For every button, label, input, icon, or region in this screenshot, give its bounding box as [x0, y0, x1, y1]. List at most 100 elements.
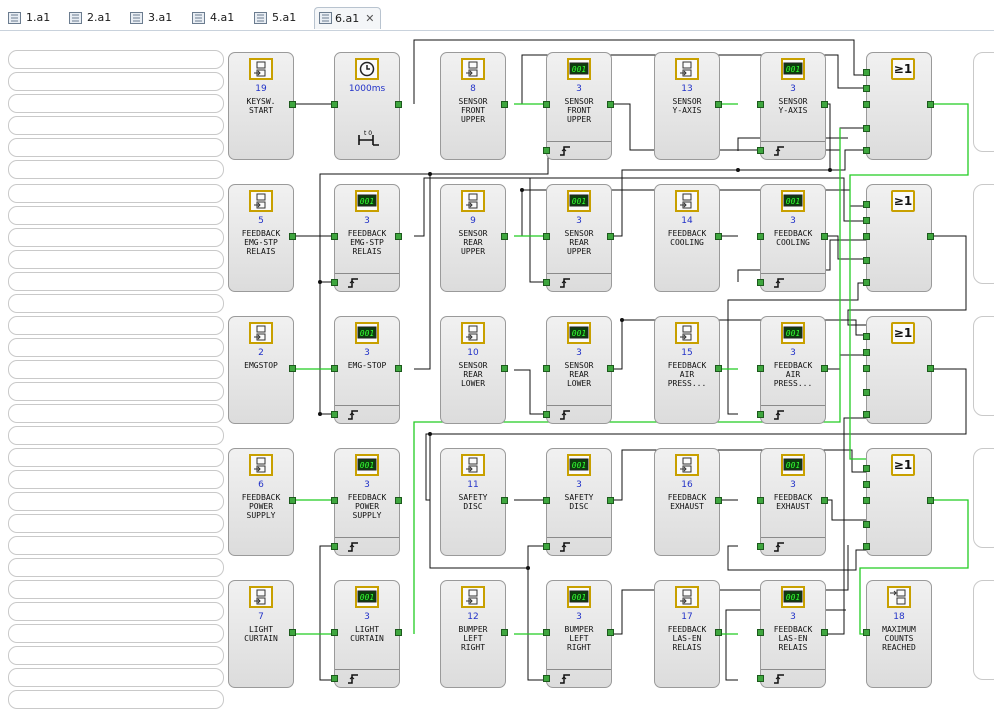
tab-3[interactable]: 3.a1 — [128, 9, 172, 27]
reset-port[interactable] — [331, 279, 338, 286]
output-port[interactable] — [715, 101, 722, 108]
counter-block[interactable]: 001 3 SENSOR Y-AXIS — [757, 52, 828, 160]
reset-port[interactable] — [757, 279, 764, 286]
output-port[interactable] — [715, 365, 722, 372]
input-port[interactable] — [543, 233, 550, 240]
reset-port[interactable] — [543, 675, 550, 682]
digital-input-block[interactable]: 6 FEEDBACK POWER SUPPLY — [228, 448, 296, 556]
input-slot[interactable] — [8, 690, 224, 709]
input-port[interactable] — [331, 101, 338, 108]
reset-port[interactable] — [757, 147, 764, 154]
output-slot[interactable] — [973, 52, 994, 152]
output-port[interactable] — [395, 233, 402, 240]
input-port[interactable] — [863, 101, 870, 108]
input-slot[interactable] — [8, 624, 224, 643]
output-port[interactable] — [927, 233, 934, 240]
output-port[interactable] — [501, 233, 508, 240]
digital-input-block[interactable]: 11 SAFETY DISC — [440, 448, 508, 556]
output-port[interactable] — [289, 365, 296, 372]
input-port[interactable] — [757, 101, 764, 108]
input-port[interactable] — [863, 543, 870, 550]
or-gate-block[interactable]: ≥1 — [863, 52, 934, 160]
input-slot[interactable] — [8, 580, 224, 599]
digital-input-block[interactable]: 8 SENSOR FRONT UPPER — [440, 52, 508, 160]
input-port[interactable] — [543, 365, 550, 372]
digital-input-block[interactable]: 2 EMGSTOP — [228, 316, 296, 424]
reset-port[interactable] — [543, 279, 550, 286]
output-port[interactable] — [289, 233, 296, 240]
input-port[interactable] — [331, 629, 338, 636]
output-port[interactable] — [715, 629, 722, 636]
tab-1[interactable]: 1.a1 — [6, 9, 50, 27]
input-slot[interactable] — [8, 426, 224, 445]
output-slot[interactable] — [973, 184, 994, 284]
reset-port[interactable] — [757, 675, 764, 682]
digital-output-block[interactable]: 18 MAXIMUM COUNTS REACHED — [863, 580, 932, 688]
digital-input-block[interactable]: 13 SENSOR Y-AXIS — [654, 52, 722, 160]
input-port[interactable] — [863, 69, 870, 76]
input-port[interactable] — [543, 101, 550, 108]
input-port[interactable] — [863, 85, 870, 92]
input-slot[interactable] — [8, 316, 224, 335]
input-port[interactable] — [863, 201, 870, 208]
output-port[interactable] — [607, 497, 614, 504]
output-port[interactable] — [607, 365, 614, 372]
counter-block[interactable]: 001 3 SENSOR REAR LOWER — [543, 316, 614, 424]
output-port[interactable] — [395, 365, 402, 372]
output-slot[interactable] — [973, 580, 994, 680]
input-port[interactable] — [543, 497, 550, 504]
input-slot[interactable] — [8, 382, 224, 401]
input-port[interactable] — [863, 333, 870, 340]
input-port[interactable] — [757, 233, 764, 240]
output-port[interactable] — [607, 233, 614, 240]
output-port[interactable] — [927, 101, 934, 108]
digital-input-block[interactable]: 12 BUMPER LEFT RIGHT — [440, 580, 508, 688]
input-port[interactable] — [863, 233, 870, 240]
counter-block[interactable]: 001 3 BUMPER LEFT RIGHT — [543, 580, 614, 688]
output-slot[interactable] — [973, 448, 994, 548]
input-slot[interactable] — [8, 184, 224, 203]
reset-port[interactable] — [757, 411, 764, 418]
input-slot[interactable] — [8, 404, 224, 423]
output-port[interactable] — [395, 101, 402, 108]
input-slot[interactable] — [8, 72, 224, 91]
tab-2[interactable]: 2.a1 — [67, 9, 111, 27]
output-port[interactable] — [607, 101, 614, 108]
output-port[interactable] — [821, 497, 828, 504]
counter-block[interactable]: 001 3 SENSOR FRONT UPPER — [543, 52, 614, 160]
reset-port[interactable] — [543, 411, 550, 418]
input-port[interactable] — [863, 521, 870, 528]
output-port[interactable] — [607, 629, 614, 636]
digital-input-block[interactable]: 17 FEEDBACK LAS-EN RELAIS — [654, 580, 722, 688]
output-port[interactable] — [395, 497, 402, 504]
digital-input-block[interactable]: 9 SENSOR REAR UPPER — [440, 184, 508, 292]
logic-canvas[interactable]: 19 KEYSW. START 1000ms t 0 8 SENSOR FRON… — [0, 30, 994, 709]
or-gate-block[interactable]: ≥1 — [863, 184, 934, 292]
input-slot[interactable] — [8, 492, 224, 511]
input-slot[interactable] — [8, 360, 224, 379]
counter-block[interactable]: 001 3 FEEDBACK AIR PRESS... — [757, 316, 828, 424]
counter-block[interactable]: 001 3 FEEDBACK POWER SUPPLY — [331, 448, 402, 556]
output-port[interactable] — [501, 365, 508, 372]
input-slot[interactable] — [8, 448, 224, 467]
digital-input-block[interactable]: 16 FEEDBACK EXHAUST — [654, 448, 722, 556]
output-slot[interactable] — [973, 316, 994, 416]
tab-5[interactable]: 5.a1 — [252, 9, 296, 27]
output-port[interactable] — [501, 629, 508, 636]
input-port[interactable] — [757, 497, 764, 504]
input-slot[interactable] — [8, 116, 224, 135]
input-slot[interactable] — [8, 94, 224, 113]
input-slot[interactable] — [8, 160, 224, 179]
input-slot[interactable] — [8, 228, 224, 247]
output-port[interactable] — [289, 497, 296, 504]
output-port[interactable] — [927, 365, 934, 372]
reset-port[interactable] — [331, 675, 338, 682]
input-slot[interactable] — [8, 50, 224, 69]
tab-6[interactable]: 6.a1 ✕ — [314, 7, 382, 29]
input-port[interactable] — [863, 389, 870, 396]
counter-block[interactable]: 001 3 SAFETY DISC — [543, 448, 614, 556]
input-slot[interactable] — [8, 668, 224, 687]
input-port[interactable] — [863, 257, 870, 264]
or-gate-block[interactable]: ≥1 — [863, 316, 934, 424]
reset-port[interactable] — [757, 543, 764, 550]
